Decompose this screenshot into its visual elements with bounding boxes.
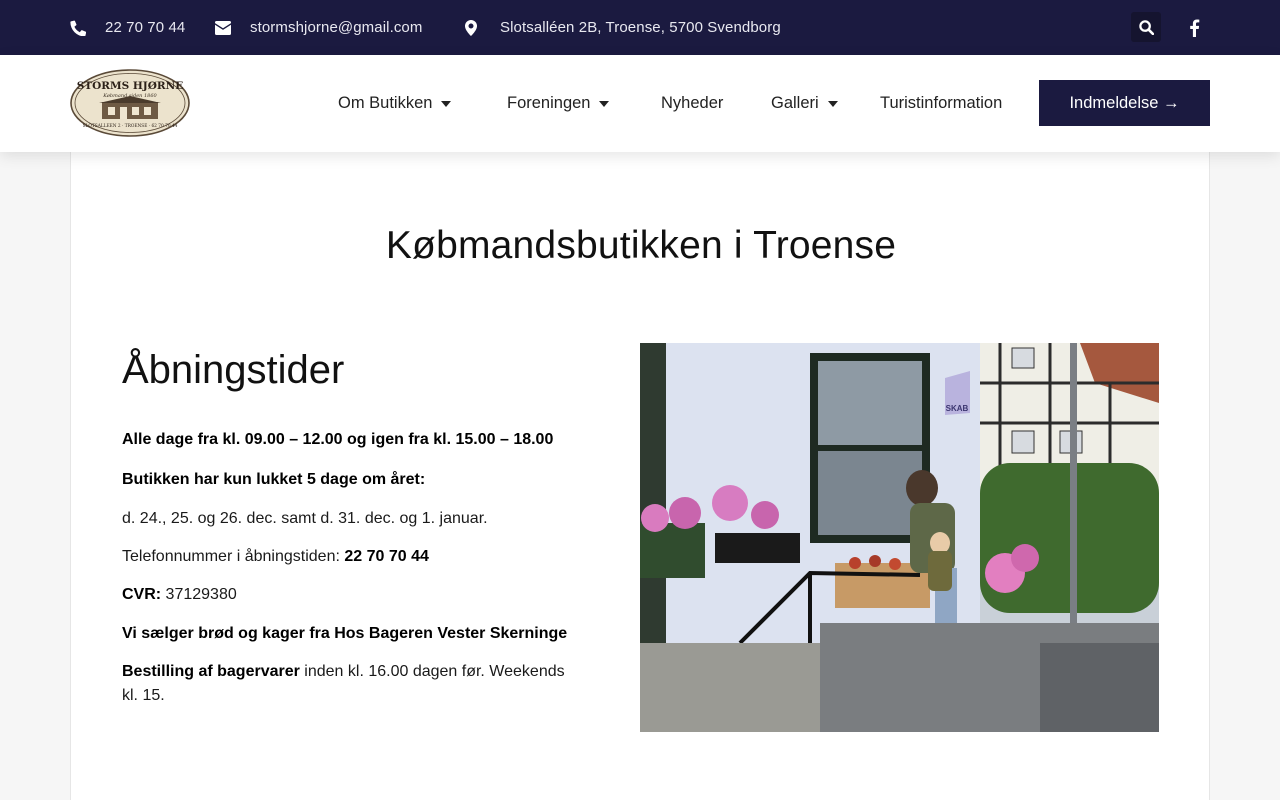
cvr-line: CVR: 37129380: [122, 583, 582, 607]
nav-foreningen-label: Foreningen: [507, 94, 591, 112]
opening-hours: Alle dage fra kl. 09.00 – 12.00 og igen …: [122, 428, 582, 452]
nav-turistinformation[interactable]: Turistinformation: [880, 55, 1002, 152]
nav-om-butikken[interactable]: Om Butikken: [338, 55, 452, 152]
search-button[interactable]: [1131, 12, 1161, 42]
nav-foreningen[interactable]: Foreningen: [507, 55, 610, 152]
chevron-down-icon: [599, 100, 610, 107]
facebook-link[interactable]: [1182, 14, 1206, 42]
site-header: STORMS HJØRNE Købmand siden 1860 SLOTSAL…: [0, 55, 1280, 152]
mail-icon: [215, 20, 231, 35]
logo-footer: SLOTSALLEEN 2 · TROENSE · 62 70 70 44: [83, 124, 178, 129]
topbar-phone[interactable]: 22 70 70 44: [70, 0, 185, 55]
order-line: Bestilling af bagervarer inden kl. 16.00…: [122, 660, 582, 708]
closed-days: d. 24., 25. og 26. dec. samt d. 31. dec.…: [122, 510, 488, 527]
nav-galleri[interactable]: Galleri: [771, 55, 838, 152]
nav-nyheder[interactable]: Nyheder: [661, 55, 723, 152]
content-card: Købmandsbutikken i Troense Åbningstider …: [70, 152, 1210, 800]
topbar-address-text: Slotsalléen 2B, Troense, 5700 Svendborg: [500, 19, 781, 36]
cvr-label: CVR:: [122, 586, 162, 603]
chevron-down-icon: [441, 100, 452, 107]
phone-icon: [70, 20, 86, 36]
nav-om-butikken-label: Om Butikken: [338, 94, 433, 112]
bread-text: Vi sælger brød og kager fra Hos Bageren …: [122, 625, 568, 642]
photo-flag-text: SKAB: [946, 404, 969, 413]
closed-heading-text: Butikken har kun lukket 5 dage om året:: [122, 471, 426, 488]
indmeldelse-button[interactable]: Indmeldelse →: [1039, 80, 1210, 126]
logo-name: STORMS HJØRNE: [77, 80, 184, 92]
phone-value: 22 70 70 44: [344, 548, 429, 565]
topbar-address[interactable]: Slotsalléen 2B, Troense, 5700 Svendborg: [465, 0, 781, 55]
section-title: Åbningstider: [122, 348, 345, 392]
closed-heading: Butikken har kun lukket 5 dage om året:: [122, 468, 582, 492]
shop-front-photo: SKAB: [640, 343, 1159, 732]
topbar-email-text: stormshjorne@gmail.com: [250, 19, 423, 36]
topbar-phone-text: 22 70 70 44: [105, 19, 186, 36]
topbar-email[interactable]: stormshjorne@gmail.com: [215, 0, 422, 55]
chevron-down-icon: [827, 100, 838, 107]
nav-nyheder-label: Nyheder: [661, 94, 724, 112]
search-icon: [1138, 19, 1154, 35]
facebook-icon: [1189, 19, 1199, 37]
map-pin-icon: [465, 19, 477, 36]
page-title: Købmandsbutikken i Troense: [385, 224, 897, 267]
nav-turistinformation-label: Turistinformation: [880, 94, 1003, 112]
phone-label: Telefonnummer i åbningstiden:: [122, 548, 345, 565]
site-logo[interactable]: STORMS HJØRNE Købmand siden 1860 SLOTSAL…: [70, 69, 190, 137]
order-label: Bestilling af bagervarer: [122, 663, 300, 680]
top-bar: 22 70 70 44 stormshjorne@gmail.com Slots…: [0, 0, 1280, 55]
nav-galleri-label: Galleri: [771, 94, 819, 112]
bread-line: Vi sælger brød og kager fra Hos Bageren …: [122, 622, 582, 646]
cvr-value: 37129380: [161, 586, 237, 603]
opening-hours-text: Alle dage fra kl. 09.00 – 12.00 og igen …: [122, 431, 554, 448]
phone-line: Telefonnummer i åbningstiden: 22 70 70 4…: [122, 545, 582, 569]
